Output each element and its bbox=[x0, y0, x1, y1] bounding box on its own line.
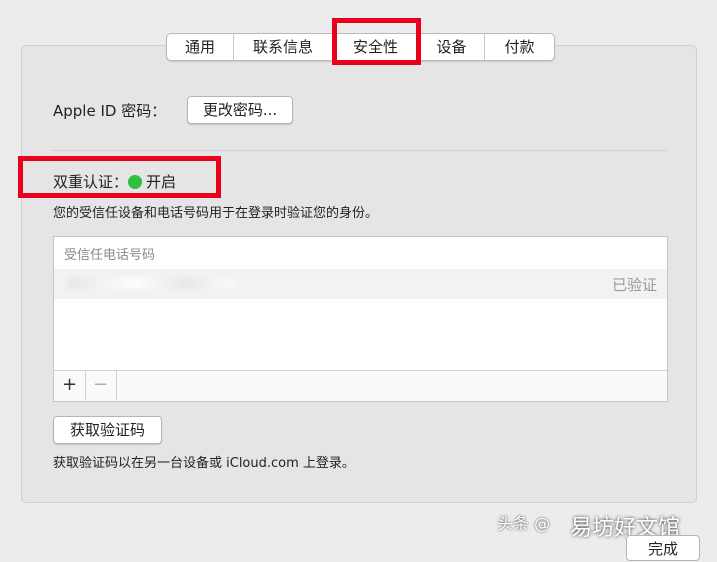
get-code-button[interactable]: 获取验证码 bbox=[53, 416, 162, 444]
done-button[interactable]: 完成 bbox=[626, 535, 700, 561]
table-row[interactable]: 已验证 bbox=[54, 269, 667, 299]
divider bbox=[52, 150, 667, 151]
two-factor-description: 您的受信任设备和电话号码用于在登录时验证您的身份。 bbox=[53, 206, 379, 221]
password-label: Apple ID 密码： bbox=[53, 102, 167, 120]
change-password-button[interactable]: 更改密码... bbox=[187, 96, 293, 124]
add-phone-button[interactable]: + bbox=[54, 371, 86, 400]
table-footer: + − bbox=[54, 370, 667, 401]
tab-devices[interactable]: 设备 bbox=[419, 34, 485, 60]
watermark-prefix: 头条 @ bbox=[497, 514, 551, 533]
tab-payment[interactable]: 付款 bbox=[485, 34, 554, 60]
verified-status: 已验证 bbox=[611, 276, 657, 294]
trusted-phones-table: 受信任电话号码 已验证 + − bbox=[53, 236, 668, 402]
tab-contact-info[interactable]: 联系信息 bbox=[234, 34, 333, 60]
highlight-security-tab bbox=[332, 18, 421, 65]
highlight-two-factor bbox=[18, 156, 221, 198]
tab-general[interactable]: 通用 bbox=[167, 34, 234, 60]
remove-phone-button[interactable]: − bbox=[85, 371, 117, 400]
table-header: 受信任电话号码 bbox=[64, 248, 156, 263]
redacted-phone-number bbox=[66, 277, 236, 289]
get-code-description: 获取验证码以在另一台设备或 iCloud.com 上登录。 bbox=[53, 456, 355, 471]
